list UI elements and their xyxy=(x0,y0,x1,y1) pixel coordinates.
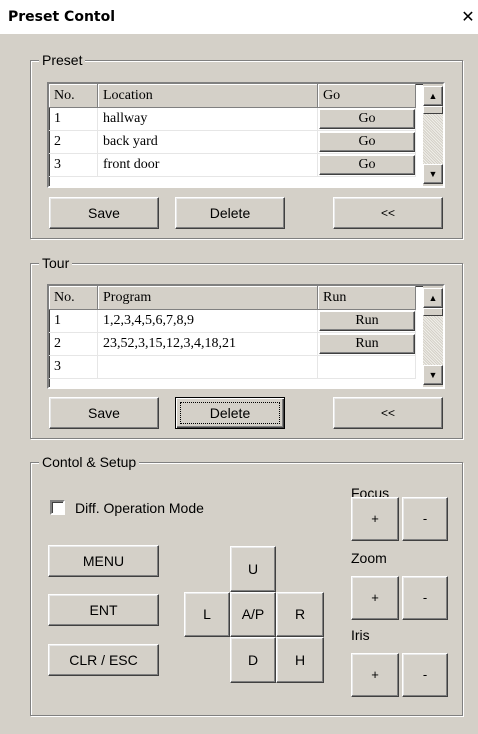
iris-minus-button[interactable]: - xyxy=(402,653,448,697)
table-row[interactable]: 1 1,2,3,4,5,6,7,8,9 Run xyxy=(49,310,416,333)
diff-operation-mode-checkbox[interactable] xyxy=(50,500,65,515)
close-icon: ✕ xyxy=(461,7,475,26)
tour-program[interactable]: 1,2,3,4,5,6,7,8,9 xyxy=(98,310,318,333)
title-bar: Preset Contol ✕ xyxy=(0,0,478,34)
tour-run-empty xyxy=(318,356,416,379)
table-row[interactable]: 2 back yard Go xyxy=(49,131,416,154)
pad-center-button[interactable]: A/P xyxy=(230,592,276,637)
column-header-go[interactable]: Go xyxy=(318,84,416,108)
preset-collapse-button[interactable]: << xyxy=(333,197,443,229)
window-title: Preset Contol xyxy=(8,9,116,25)
tour-no: 2 xyxy=(49,333,98,356)
pad-up-button[interactable]: U xyxy=(230,546,276,592)
zoom-minus-button[interactable]: - xyxy=(402,576,448,620)
scroll-up-button[interactable]: ▲ xyxy=(423,288,443,308)
scroll-thumb[interactable] xyxy=(423,106,443,114)
pad-home-button[interactable]: H xyxy=(276,637,324,683)
scroll-thumb[interactable] xyxy=(423,308,443,316)
run-button[interactable]: Run xyxy=(319,311,415,331)
preset-location[interactable]: back yard xyxy=(98,131,318,154)
preset-delete-button[interactable]: Delete xyxy=(175,197,285,229)
tour-group-title: Tour xyxy=(39,255,73,271)
tour-table-body: 1 1,2,3,4,5,6,7,8,9 Run 2 23,52,3,15,12,… xyxy=(49,310,416,379)
preset-no: 2 xyxy=(49,131,98,154)
scroll-down-icon: ▼ xyxy=(428,169,438,179)
scroll-down-icon: ▼ xyxy=(428,370,438,380)
table-row[interactable]: 3 xyxy=(49,356,416,379)
tour-delete-button[interactable]: Delete xyxy=(175,397,285,429)
scroll-up-icon: ▲ xyxy=(428,91,438,101)
scroll-track[interactable] xyxy=(423,308,443,365)
clr-esc-button[interactable]: CLR / ESC xyxy=(48,644,159,676)
tour-no: 3 xyxy=(49,356,98,379)
go-button[interactable]: Go xyxy=(319,109,415,129)
column-header-no[interactable]: No. xyxy=(49,286,98,310)
go-button[interactable]: Go xyxy=(319,155,415,175)
focus-rectangle xyxy=(180,402,280,424)
zoom-plus-button[interactable]: + xyxy=(351,576,399,620)
table-row[interactable]: 3 front door Go xyxy=(49,154,416,177)
column-header-program[interactable]: Program xyxy=(98,286,318,310)
tour-program[interactable] xyxy=(98,356,318,379)
preset-scrollbar[interactable]: ▲ ▼ xyxy=(423,84,443,186)
scroll-up-button[interactable]: ▲ xyxy=(423,86,443,106)
preset-location[interactable]: front door xyxy=(98,154,318,177)
table-row[interactable]: 1 hallway Go xyxy=(49,108,416,131)
preset-table-body: 1 hallway Go 2 back yard Go 3 front door… xyxy=(49,108,416,177)
control-setup-group-title: Contol & Setup xyxy=(39,454,140,470)
pad-right-button[interactable]: R xyxy=(276,592,324,637)
iris-plus-button[interactable]: + xyxy=(351,653,399,697)
close-button[interactable]: ✕ xyxy=(460,8,476,26)
tour-table: No. Program Run 1 1,2,3,4,5,6,7,8,9 Run … xyxy=(47,284,445,389)
run-button[interactable]: Run xyxy=(319,334,415,354)
preset-control-window: Preset Contol ✕ Preset No. Location Go 1… xyxy=(0,0,478,734)
tour-collapse-button[interactable]: << xyxy=(333,397,443,429)
pad-left-button[interactable]: L xyxy=(184,592,230,637)
focus-plus-button[interactable]: + xyxy=(351,497,399,541)
preset-save-button[interactable]: Save xyxy=(49,197,159,229)
ent-button[interactable]: ENT xyxy=(48,594,159,626)
tour-program[interactable]: 23,52,3,15,12,3,4,18,21 xyxy=(98,333,318,356)
preset-table: No. Location Go 1 hallway Go 2 back yard… xyxy=(47,82,445,188)
scroll-down-button[interactable]: ▼ xyxy=(423,164,443,184)
table-row[interactable]: 2 23,52,3,15,12,3,4,18,21 Run xyxy=(49,333,416,356)
focus-minus-button[interactable]: - xyxy=(402,497,448,541)
column-header-run[interactable]: Run xyxy=(318,286,416,310)
menu-button[interactable]: MENU xyxy=(48,545,159,577)
tour-no: 1 xyxy=(49,310,98,333)
preset-table-header: No. Location Go xyxy=(49,84,416,108)
preset-group-title: Preset xyxy=(39,52,86,68)
column-header-location[interactable]: Location xyxy=(98,84,318,108)
iris-label: Iris xyxy=(351,627,370,643)
tour-scrollbar[interactable]: ▲ ▼ xyxy=(423,286,443,387)
preset-location[interactable]: hallway xyxy=(98,108,318,131)
scroll-track[interactable] xyxy=(423,106,443,164)
go-button[interactable]: Go xyxy=(319,132,415,152)
diff-operation-mode-label[interactable]: Diff. Operation Mode xyxy=(75,500,204,516)
scroll-down-button[interactable]: ▼ xyxy=(423,365,443,385)
zoom-label: Zoom xyxy=(351,550,387,566)
scroll-up-icon: ▲ xyxy=(428,293,438,303)
tour-save-button[interactable]: Save xyxy=(49,397,159,429)
pad-down-button[interactable]: D xyxy=(230,637,276,683)
preset-no: 1 xyxy=(49,108,98,131)
preset-no: 3 xyxy=(49,154,98,177)
tour-table-header: No. Program Run xyxy=(49,286,416,310)
column-header-no[interactable]: No. xyxy=(49,84,98,108)
